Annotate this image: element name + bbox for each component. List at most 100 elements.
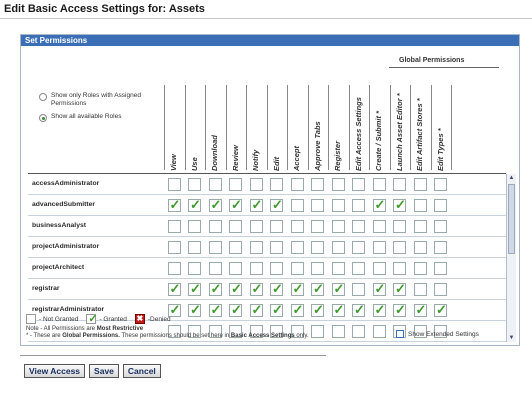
- permission-checkbox[interactable]: [434, 302, 447, 318]
- permission-checkbox[interactable]: [372, 197, 386, 213]
- permission-checkbox[interactable]: [270, 178, 283, 191]
- permission-checkbox[interactable]: [167, 241, 181, 254]
- permission-checkbox[interactable]: [372, 262, 386, 275]
- permission-checkbox[interactable]: [393, 281, 406, 297]
- permission-checkbox[interactable]: [331, 241, 345, 254]
- permission-checkbox[interactable]: [393, 197, 406, 213]
- permission-checkbox[interactable]: [413, 283, 427, 296]
- permission-checkbox[interactable]: [208, 262, 222, 275]
- radio-row-assigned[interactable]: Show only Roles with Assigned Permission…: [39, 92, 149, 107]
- permission-checkbox[interactable]: [372, 325, 386, 338]
- permission-checkbox[interactable]: [352, 262, 365, 275]
- permission-checkbox[interactable]: [249, 197, 263, 213]
- permission-checkbox[interactable]: [167, 262, 181, 275]
- permission-checkbox[interactable]: [167, 197, 181, 213]
- permission-checkbox[interactable]: [290, 220, 304, 233]
- permission-checkbox[interactable]: [413, 199, 427, 212]
- permission-checkbox[interactable]: [208, 178, 222, 191]
- permission-checkbox[interactable]: [352, 178, 365, 191]
- scroll-down-arrow[interactable]: ▼: [508, 334, 515, 342]
- permission-checkbox[interactable]: [208, 241, 222, 254]
- permission-checkbox[interactable]: [352, 283, 365, 296]
- permission-checkbox[interactable]: [188, 197, 201, 213]
- permission-checkbox[interactable]: [167, 220, 181, 233]
- permission-checkbox[interactable]: [331, 178, 345, 191]
- permission-checkbox[interactable]: [393, 262, 406, 275]
- permission-checkbox[interactable]: [249, 241, 263, 254]
- view-access-button[interactable]: View Access: [24, 364, 86, 378]
- permission-checkbox[interactable]: [188, 220, 201, 233]
- permission-checkbox[interactable]: [331, 262, 345, 275]
- permission-checkbox[interactable]: [229, 197, 242, 213]
- permission-checkbox[interactable]: [352, 199, 365, 212]
- extended-settings-checkbox[interactable]: [396, 330, 404, 338]
- show-extended-settings[interactable]: Show Extended Settings: [396, 330, 479, 338]
- permission-checkbox[interactable]: [311, 241, 324, 254]
- scroll-up-arrow[interactable]: ▲: [508, 174, 515, 182]
- permission-checkbox[interactable]: [434, 241, 447, 254]
- permission-checkbox[interactable]: [372, 241, 386, 254]
- permission-checkbox[interactable]: [290, 199, 304, 212]
- permission-checkbox[interactable]: [311, 302, 324, 318]
- permission-checkbox[interactable]: [393, 220, 406, 233]
- permission-checkbox[interactable]: [434, 220, 447, 233]
- permission-checkbox[interactable]: [249, 281, 263, 297]
- permission-checkbox[interactable]: [331, 325, 345, 338]
- permission-checkbox[interactable]: [208, 197, 222, 213]
- permission-checkbox[interactable]: [249, 178, 263, 191]
- permission-checkbox[interactable]: [311, 325, 324, 338]
- permission-checkbox[interactable]: [290, 281, 304, 297]
- permission-checkbox[interactable]: [188, 281, 201, 297]
- permission-checkbox[interactable]: [331, 220, 345, 233]
- permission-checkbox[interactable]: [229, 262, 242, 275]
- permission-checkbox[interactable]: [270, 262, 283, 275]
- permission-checkbox[interactable]: [290, 178, 304, 191]
- permission-checkbox[interactable]: [270, 281, 283, 297]
- vertical-scrollbar[interactable]: ▲ ▼: [506, 174, 516, 342]
- permission-checkbox[interactable]: [331, 281, 345, 297]
- permission-checkbox[interactable]: [434, 199, 447, 212]
- permission-checkbox[interactable]: [229, 281, 242, 297]
- radio-all[interactable]: [39, 114, 47, 122]
- permission-checkbox[interactable]: [249, 262, 263, 275]
- permission-checkbox[interactable]: [393, 302, 406, 318]
- permission-checkbox[interactable]: [352, 241, 365, 254]
- permission-checkbox[interactable]: [208, 281, 222, 297]
- permission-checkbox[interactable]: [311, 178, 324, 191]
- permission-checkbox[interactable]: [372, 178, 386, 191]
- permission-checkbox[interactable]: [372, 302, 386, 318]
- permission-checkbox[interactable]: [331, 302, 345, 318]
- cancel-button[interactable]: Cancel: [122, 364, 161, 378]
- permission-checkbox[interactable]: [311, 281, 324, 297]
- permission-checkbox[interactable]: [311, 262, 324, 275]
- permission-checkbox[interactable]: [270, 241, 283, 254]
- permission-checkbox[interactable]: [413, 241, 427, 254]
- permission-checkbox[interactable]: [413, 302, 427, 318]
- permission-checkbox[interactable]: [434, 262, 447, 275]
- permission-checkbox[interactable]: [352, 325, 365, 338]
- permission-checkbox[interactable]: [167, 281, 181, 297]
- permission-checkbox[interactable]: [413, 262, 427, 275]
- permission-checkbox[interactable]: [372, 220, 386, 233]
- permission-checkbox[interactable]: [311, 199, 324, 212]
- scroll-thumb[interactable]: [508, 184, 515, 254]
- permission-checkbox[interactable]: [249, 220, 263, 233]
- permission-checkbox[interactable]: [188, 178, 201, 191]
- permission-checkbox[interactable]: [167, 178, 181, 191]
- radio-assigned[interactable]: [39, 93, 47, 101]
- permission-checkbox[interactable]: [352, 302, 365, 318]
- permission-checkbox[interactable]: [290, 262, 304, 275]
- permission-checkbox[interactable]: [393, 241, 406, 254]
- permission-checkbox[interactable]: [372, 281, 386, 297]
- permission-checkbox[interactable]: [188, 262, 201, 275]
- permission-checkbox[interactable]: [229, 220, 242, 233]
- permission-checkbox[interactable]: [270, 220, 283, 233]
- permission-checkbox[interactable]: [270, 197, 283, 213]
- radio-row-all[interactable]: Show all available Roles: [39, 113, 149, 122]
- permission-checkbox[interactable]: [229, 178, 242, 191]
- permission-checkbox[interactable]: [188, 241, 201, 254]
- permission-checkbox[interactable]: [229, 241, 242, 254]
- save-button[interactable]: Save: [89, 364, 119, 378]
- permission-checkbox[interactable]: [413, 220, 427, 233]
- permission-checkbox[interactable]: [331, 199, 345, 212]
